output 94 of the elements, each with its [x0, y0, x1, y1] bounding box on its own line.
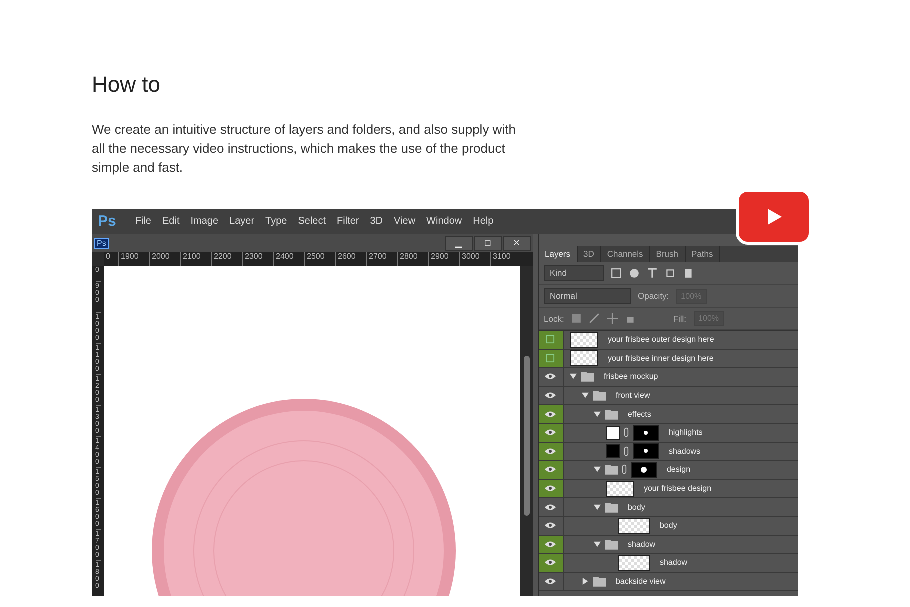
folder-icon [604, 408, 618, 420]
layer-name: highlights [668, 428, 703, 438]
menu-item[interactable]: File [135, 216, 152, 227]
layer-row[interactable]: highlights [538, 424, 798, 443]
opacity-label: Opacity: [638, 291, 670, 301]
heading: How to [92, 72, 162, 98]
layer-visibility-toggle[interactable] [538, 461, 564, 479]
layer-name: your frisbee design [644, 484, 712, 494]
caret-icon[interactable] [594, 540, 601, 548]
menu-item[interactable]: Select [298, 216, 326, 227]
intro-paragraph: We create an intuitive structure of layers and folders, and also supply with all the necessary video instructions, which makes the use of the product simple and fast. [92, 121, 517, 177]
layer-row[interactable]: your frisbee inner design here [538, 350, 798, 368]
layer-visibility-toggle[interactable] [538, 424, 564, 442]
panel-tab[interactable]: Layers [538, 246, 578, 262]
layer-row[interactable]: shadow [538, 554, 798, 573]
lock-label: Lock: [544, 314, 564, 324]
smart-object-thumbnail [570, 350, 598, 366]
layer-row[interactable]: body [538, 516, 798, 536]
layer-name: your frisbee inner design here [608, 354, 714, 363]
layer-visibility-toggle[interactable] [538, 405, 564, 423]
caret-icon[interactable] [582, 578, 589, 586]
menu-item[interactable]: Filter [337, 216, 360, 227]
menu-item[interactable]: Window [426, 216, 462, 227]
caret-icon[interactable] [594, 504, 601, 511]
circle-icon[interactable] [628, 268, 640, 278]
layer-name: your frisbee outer design here [608, 335, 714, 344]
layer-visibility-toggle[interactable] [538, 442, 564, 460]
caret-icon[interactable] [594, 466, 601, 474]
layer-name: frisbee mockup [604, 372, 658, 382]
layer-name: design [666, 465, 691, 474]
mask-thumbnail [632, 443, 659, 460]
layer-visibility-toggle[interactable] [538, 480, 564, 498]
menu-item[interactable]: 3D [370, 216, 384, 227]
menu-item[interactable]: Type [266, 216, 288, 227]
empty-square-icon [546, 335, 556, 344]
caret-icon[interactable] [582, 392, 589, 400]
folder-icon [604, 502, 618, 513]
menu-item[interactable]: Image [190, 216, 219, 227]
folder-icon [592, 390, 606, 402]
folder-icon [604, 538, 618, 550]
video-play-badge[interactable] [736, 189, 812, 245]
layer-name: shadows [668, 446, 701, 456]
layer-row[interactable]: body [538, 498, 798, 517]
layer-row[interactable]: front view [538, 386, 798, 406]
layer-row[interactable]: shadow [538, 536, 798, 554]
fill-label: Fill: [673, 314, 687, 324]
shape-icon[interactable] [664, 268, 676, 278]
window-button[interactable]: ▁ [445, 236, 473, 250]
layer-name: shadow [628, 540, 656, 549]
empty-square-icon [546, 354, 556, 363]
type-icon[interactable] [646, 268, 658, 278]
layer-visibility-toggle[interactable] [538, 350, 564, 368]
layer-row[interactable]: effects [538, 405, 798, 424]
window-button[interactable]: □ [474, 236, 502, 250]
link-icon [622, 464, 627, 476]
layer-row[interactable]: shadows [538, 442, 798, 462]
smart-object-thumbnail [570, 332, 598, 348]
filter-dropdown[interactable]: Kind [544, 265, 604, 281]
smart-object-thumbnail [606, 480, 634, 497]
mask-thumbnail [632, 424, 659, 441]
window-button[interactable]: ✕ [503, 236, 531, 250]
move-icon[interactable] [607, 313, 618, 324]
app-logo: Ps [98, 213, 116, 230]
layer-name: effects [628, 410, 652, 419]
menu-item[interactable]: Help [473, 216, 494, 227]
menu-item[interactable]: Edit [162, 216, 180, 227]
brush-icon[interactable] [589, 313, 600, 324]
layer-name: front view [616, 391, 650, 400]
layer-row[interactable]: design [538, 461, 798, 480]
folder-icon [592, 576, 606, 588]
caret-icon[interactable] [594, 410, 601, 418]
document-badge: Ps [94, 238, 110, 248]
layer-visibility-toggle[interactable] [538, 331, 564, 349]
layer-row[interactable]: backside view [538, 572, 798, 592]
folder-icon [604, 464, 618, 476]
layer-name: shadow [660, 558, 688, 568]
layer-name: body [628, 502, 646, 512]
ruler-label: 0 [105, 252, 112, 263]
layer-row[interactable]: frisbee mockup [538, 368, 798, 387]
layer-name: backside view [616, 577, 666, 586]
layer-row[interactable]: your frisbee design [538, 480, 798, 498]
layer-thumbnail [618, 554, 650, 571]
link-icon [624, 427, 629, 438]
layer-visibility-toggle[interactable] [538, 554, 564, 572]
menu-item[interactable]: View [394, 216, 416, 227]
menu-item[interactable]: Layer [230, 216, 255, 227]
layer-row[interactable]: your frisbee outer design here [538, 331, 798, 350]
folder-icon [580, 371, 594, 382]
blend-mode-dropdown[interactable]: Normal [544, 288, 631, 304]
caret-icon[interactable] [570, 373, 577, 380]
link-icon [624, 446, 629, 457]
layer-name: body [660, 521, 678, 530]
layer-visibility-toggle[interactable] [538, 536, 564, 554]
layer-thumbnail [618, 518, 650, 534]
